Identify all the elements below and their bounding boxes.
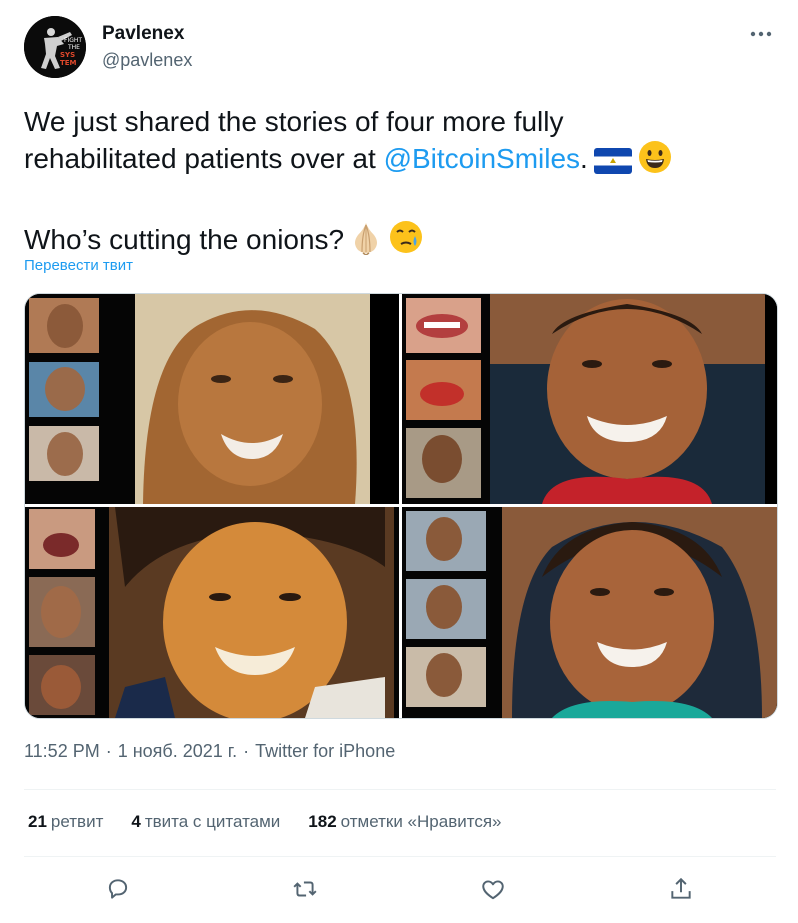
avatar-text-2: THE [67,44,80,51]
media-grid [24,293,778,719]
tweet-line-3-text: Who’s cutting the onions? [24,224,345,255]
photo-4[interactable] [402,507,777,718]
author-block: Pavlenex @pavlenex [102,22,192,72]
meta-separator-1: · [105,741,112,761]
author-handle[interactable]: @pavlenex [102,48,192,72]
tweet-line-3: Who’s cutting the onions? [24,219,764,264]
tweet-meta: 11:52 PM · 1 нояб. 2021 г. · Twitter for iPh… [24,741,395,762]
tweet-text: We just shared the stories of four more … [24,104,764,264]
action-bar [0,870,798,908]
tweet-source[interactable]: Twitter for iPhone [255,741,395,761]
quotes-count: 4 [131,812,141,831]
onion-icon [350,221,382,264]
tweet-time[interactable]: 11:52 PM [24,741,100,761]
likes-count: 182 [308,812,337,831]
retweets-label: ретвит [50,812,104,831]
likes-stat[interactable]: 182 отметки «Нравится» [308,812,501,832]
reply-icon [108,879,128,899]
grinning-face-icon [638,140,672,183]
photo-3-image [25,507,399,718]
more-options-button[interactable] [748,22,774,46]
avatar[interactable]: FIGHT THE SYS TEM [24,16,86,78]
el-salvador-flag-icon [593,147,632,183]
share-button[interactable] [662,870,700,908]
tweet-date[interactable]: 1 нояб. 2021 г. [118,741,237,761]
reply-button[interactable] [99,870,137,908]
face-holding-back-tears-icon [388,219,424,264]
divider-bottom [24,856,776,857]
meta-separator-2: · [243,741,250,761]
author-name[interactable]: Pavlenex [102,22,192,46]
retweets-count: 21 [28,812,47,831]
photo-4-image [402,507,777,718]
tweet-line-1: We just shared the stories of four more … [24,106,564,137]
photo-3[interactable] [25,507,399,718]
retweet-button[interactable] [286,870,324,908]
photo-2[interactable] [402,294,777,504]
translate-tweet-link[interactable]: Перевести твит [24,257,133,274]
like-icon [482,880,504,900]
photo-2-image [402,294,777,504]
tweet-line-2-end: . [580,143,588,174]
tweet-line-2: rehabilitated patients over at @BitcoinS… [24,140,764,183]
divider-top [24,789,776,790]
tweet-stats: 21 ретвит 4 твита с цитатами 182 отметки «Н… [28,812,529,832]
retweets-stat[interactable]: 21 ретвит [28,812,103,832]
tweet: FIGHT THE SYS TEM Pavlenex @pavlenex We … [0,0,798,923]
photo-1[interactable] [25,294,399,504]
quotes-label: твита с цитатами [144,812,281,831]
photo-1-image [25,294,399,504]
mention-link[interactable]: @BitcoinSmiles [384,143,580,174]
share-icon [671,877,691,899]
like-button[interactable] [474,870,512,908]
retweet-icon [293,881,317,897]
avatar-text-4: TEM [60,59,77,67]
quotes-stat[interactable]: 4 твита с цитатами [131,812,280,832]
avatar-image: FIGHT THE SYS TEM [24,16,86,78]
avatar-text-3: SYS [60,51,75,59]
avatar-text-1: FIGHT [64,37,82,44]
more-dots-icon [750,31,772,37]
likes-label: отметки «Нравится» [340,812,502,831]
tweet-line-2-text: rehabilitated patients over at [24,143,384,174]
